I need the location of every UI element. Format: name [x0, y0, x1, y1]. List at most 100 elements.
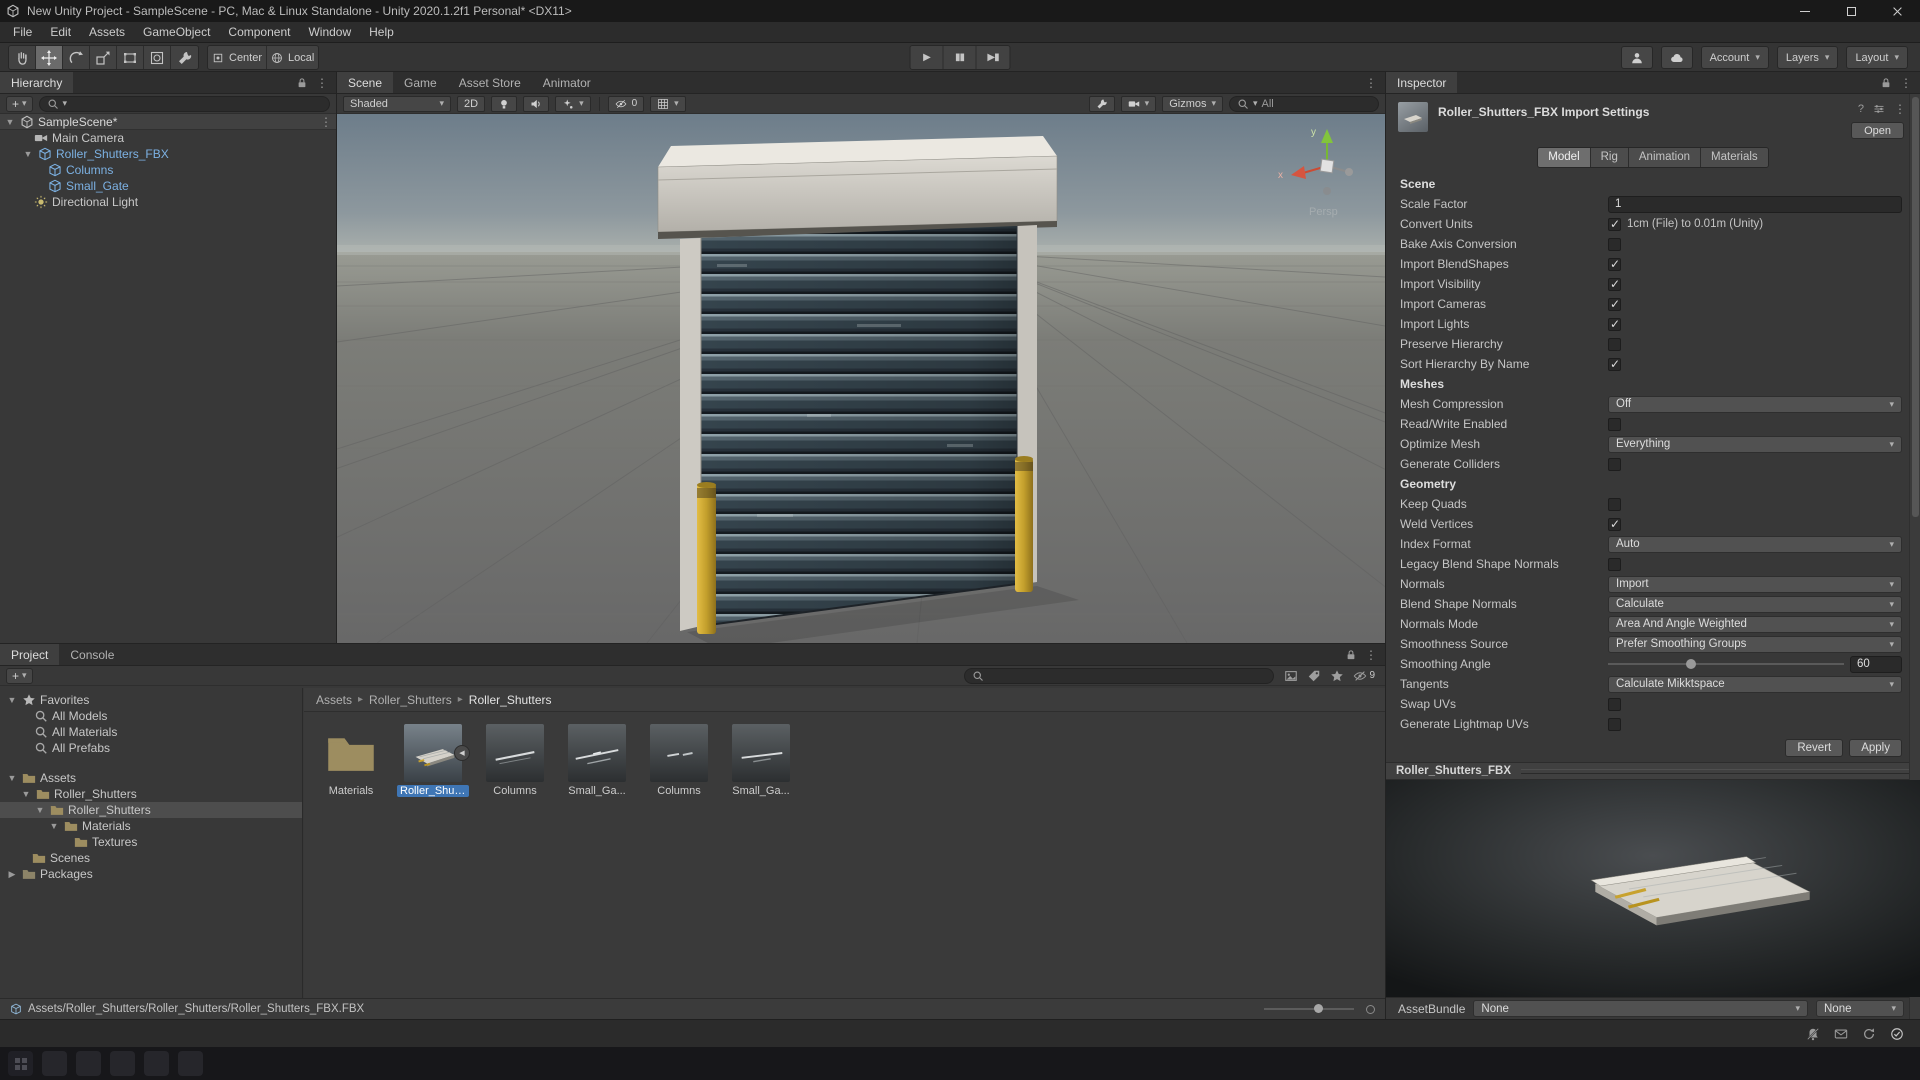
preview-header[interactable]: Roller_Shutters_FBX — [1386, 762, 1920, 780]
subasset-expand-button[interactable]: ◀ — [454, 745, 470, 761]
thumbnail-zoom-slider[interactable] — [1264, 1002, 1354, 1016]
dropdown[interactable]: Off ▾ — [1608, 395, 1902, 413]
tab-model[interactable]: Model — [1538, 147, 1591, 167]
menu-help[interactable]: Help — [360, 22, 403, 42]
menu-edit[interactable]: Edit — [41, 22, 80, 42]
tab-console[interactable]: Console — [59, 644, 126, 665]
assetbundle-dropdown[interactable]: None ▾ — [1473, 1000, 1808, 1017]
lock-icon[interactable] — [296, 77, 308, 89]
checkbox[interactable] — [1608, 277, 1621, 291]
hand-tool-button[interactable] — [9, 46, 36, 69]
grid-visibility-dropdown[interactable]: ▾ — [650, 95, 686, 112]
dropdown[interactable]: Prefer Smoothing Groups ▾ — [1608, 635, 1902, 653]
kebab-menu-icon[interactable]: ⋮ — [316, 76, 328, 90]
scale-factor-field[interactable]: 1 — [1608, 195, 1902, 213]
move-tool-button[interactable] — [36, 46, 63, 69]
step-button[interactable]: ▶▮ — [976, 46, 1010, 69]
breadcrumb-roller-shutters[interactable]: Roller_Shutters — [369, 693, 452, 707]
tree-packages[interactable]: ▶ Packages — [0, 866, 302, 882]
tab-game[interactable]: Game — [393, 72, 448, 93]
kebab-menu-icon[interactable]: ⋮ — [1365, 648, 1377, 662]
menu-window[interactable]: Window — [299, 22, 360, 42]
asset-preview[interactable] — [1386, 780, 1920, 997]
tree-scenes[interactable]: Scenes — [0, 850, 302, 866]
rect-tool-button[interactable] — [117, 46, 144, 69]
smoothing-angle-field[interactable]: 60 — [1850, 655, 1902, 673]
hierarchy-item-columns[interactable]: Columns — [0, 162, 336, 178]
checkbox[interactable] — [1608, 457, 1621, 471]
slider-thumb[interactable] — [1685, 659, 1696, 669]
hierarchy-search-input[interactable]: ▾ — [38, 95, 330, 112]
close-button[interactable] — [1874, 0, 1920, 22]
scene-audio-toggle[interactable] — [523, 95, 550, 112]
status-ok-icon[interactable] — [1890, 1027, 1904, 1041]
project-search-input[interactable] — [964, 667, 1275, 684]
tree-all-prefabs[interactable]: All Prefabs — [0, 740, 302, 756]
hierarchy-item-roller-shutters-fbx[interactable]: ▼ Roller_Shutters_FBX — [0, 146, 336, 162]
hierarchy-item-directional-light[interactable]: Directional Light — [0, 194, 336, 210]
preview-drag-handle[interactable] — [1521, 768, 1910, 774]
checkbox[interactable] — [1608, 497, 1621, 511]
tool-settings-button[interactable] — [1088, 95, 1115, 112]
tab-project[interactable]: Project — [0, 644, 60, 665]
space-toggle-button[interactable]: Local — [267, 46, 319, 69]
foldout-icon[interactable]: ▼ — [6, 695, 18, 705]
tree-textures[interactable]: Textures — [0, 834, 302, 850]
taskbar-icon[interactable] — [76, 1051, 101, 1076]
account-dropdown[interactable]: Account ▾ — [1700, 46, 1769, 69]
kebab-menu-icon[interactable]: ⋮ — [1894, 102, 1906, 116]
dropdown[interactable]: Import ▾ — [1608, 575, 1902, 593]
mute-notifications-icon[interactable] — [1806, 1027, 1820, 1041]
menu-file[interactable]: File — [4, 22, 41, 42]
dropdown[interactable]: Area And Angle Weighted ▾ — [1608, 615, 1902, 633]
revert-button[interactable]: Revert — [1785, 739, 1844, 757]
hierarchy-scene-row[interactable]: ▼ SampleScene* ⋮ — [0, 114, 336, 130]
scene-visibility-toggle[interactable]: 0 — [607, 95, 645, 112]
tab-scene[interactable]: Scene — [337, 72, 394, 93]
scrollbar-thumb[interactable] — [1912, 97, 1919, 517]
search-by-label-icon[interactable] — [1307, 669, 1321, 683]
foldout-icon[interactable]: ▼ — [20, 789, 32, 799]
taskbar-icon[interactable] — [144, 1051, 169, 1076]
apply-button[interactable]: Apply — [1849, 739, 1902, 757]
kebab-menu-icon[interactable]: ⋮ — [1365, 76, 1377, 90]
asset-item-roller-shutters-fbx[interactable]: ◀ Roller_Shut... — [397, 724, 470, 797]
tab-hierarchy[interactable]: Hierarchy — [0, 72, 74, 93]
lock-icon[interactable] — [1345, 649, 1357, 661]
slider-thumb[interactable] — [1313, 1004, 1323, 1013]
tab-materials[interactable]: Materials — [1701, 147, 1768, 167]
search-by-type-icon[interactable] — [1284, 669, 1298, 683]
tree-all-materials[interactable]: All Materials — [0, 724, 302, 740]
custom-tool-button[interactable] — [171, 46, 198, 69]
scene-search-input[interactable]: ▾ All — [1229, 95, 1379, 112]
foldout-icon[interactable]: ▶ — [6, 869, 18, 880]
foldout-icon[interactable]: ▼ — [6, 773, 18, 783]
breadcrumb-current[interactable]: Roller_Shutters — [469, 693, 552, 707]
dropdown[interactable]: Calculate ▾ — [1608, 595, 1902, 613]
menu-gameobject[interactable]: GameObject — [134, 22, 219, 42]
pause-button[interactable]: ▮▮ — [943, 46, 977, 69]
menu-component[interactable]: Component — [219, 22, 299, 42]
checkbox[interactable] — [1608, 357, 1621, 371]
gizmos-dropdown[interactable]: Gizmos ▾ — [1162, 95, 1223, 112]
help-icon[interactable]: ? — [1858, 103, 1864, 115]
foldout-icon[interactable]: ▼ — [48, 821, 60, 831]
play-button[interactable]: ▶ — [910, 46, 944, 69]
checkbox[interactable] — [1608, 237, 1621, 251]
kebab-menu-icon[interactable]: ⋮ — [1900, 76, 1912, 90]
create-object-button[interactable]: + ▾ — [6, 95, 33, 112]
scene-viewport[interactable]: y x Persp — [337, 114, 1385, 643]
tree-roller-shutters[interactable]: ▼ Roller_Shutters — [0, 786, 302, 802]
checkbox[interactable] — [1608, 697, 1621, 711]
taskbar-icon[interactable] — [42, 1051, 67, 1076]
asset-item-materials[interactable]: Materials — [318, 724, 384, 797]
checkbox[interactable] — [1608, 317, 1621, 331]
tree-assets[interactable]: ▼ Assets — [0, 770, 302, 786]
lock-icon[interactable] — [1880, 77, 1892, 89]
kebab-menu-icon[interactable]: ⋮ — [320, 115, 332, 129]
scene-effects-dropdown[interactable]: ▾ — [555, 95, 591, 112]
hierarchy-item-small-gate[interactable]: Small_Gate — [0, 178, 336, 194]
scene-camera-dropdown[interactable]: ▾ — [1120, 95, 1157, 112]
hierarchy-item-main-camera[interactable]: Main Camera — [0, 130, 336, 146]
open-button[interactable]: Open — [1851, 122, 1904, 139]
